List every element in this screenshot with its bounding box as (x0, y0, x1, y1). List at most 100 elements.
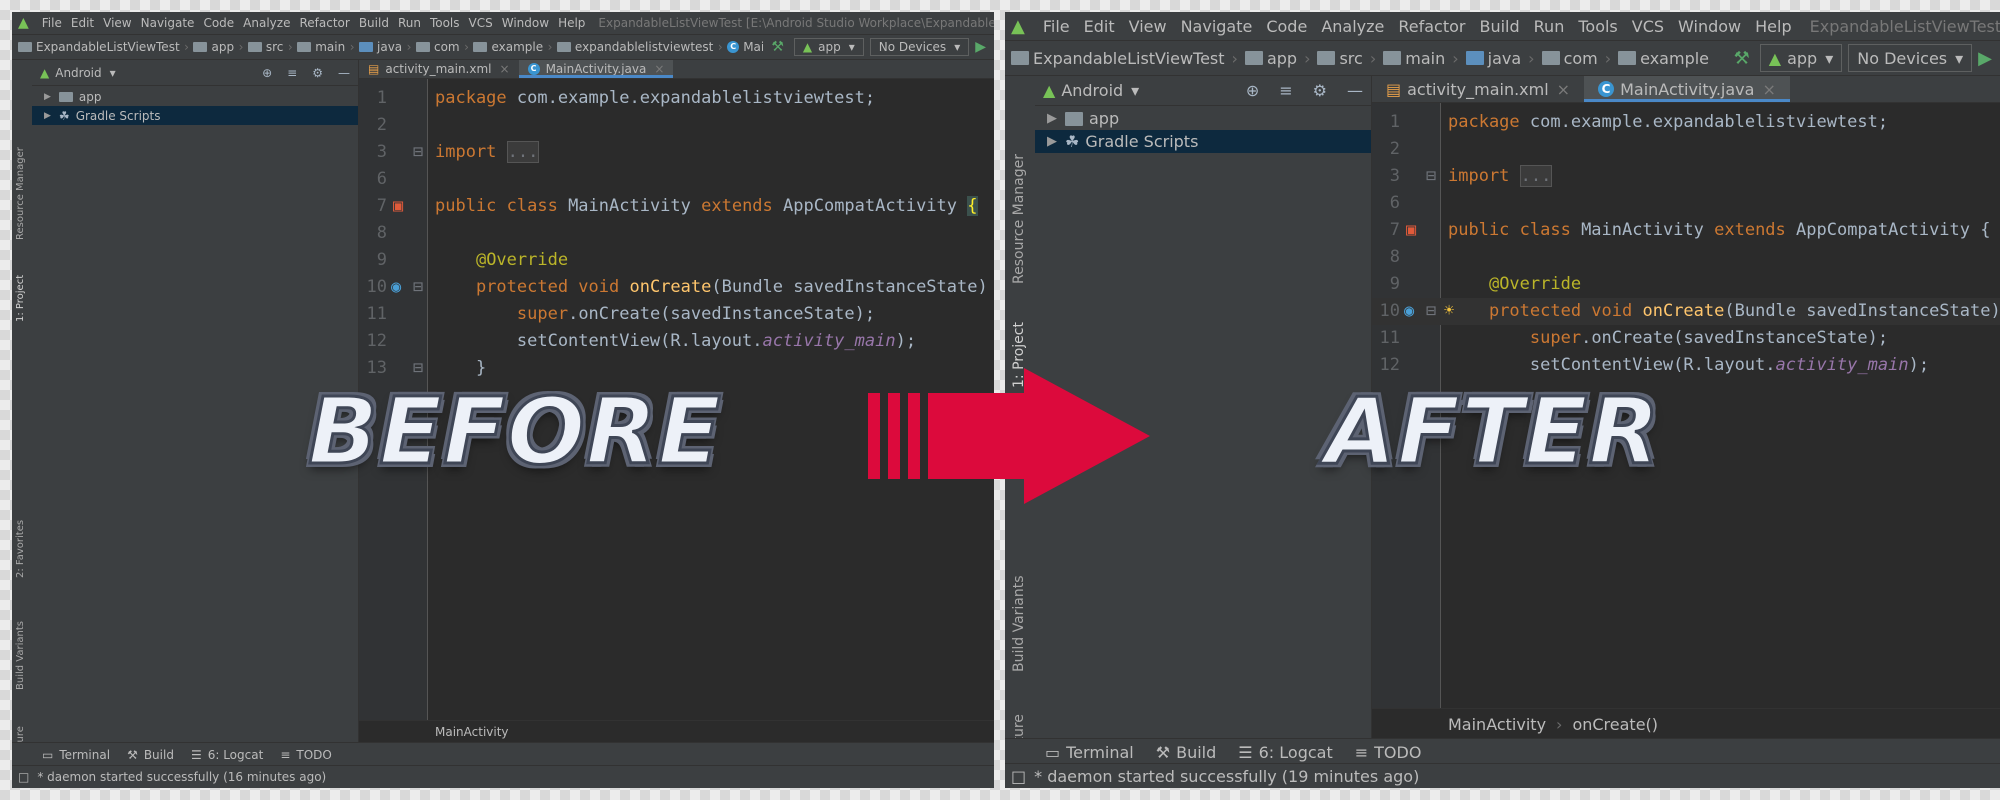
fold-marker-icon[interactable]: ⊟ (413, 274, 423, 301)
menu-item-edit[interactable]: Edit (1084, 17, 1115, 36)
breadcrumb-item[interactable]: java (359, 40, 402, 54)
bottom-tab-todo[interactable]: ≡ TODO (280, 748, 332, 762)
run-icon[interactable]: ▶ (975, 39, 986, 55)
status-icon[interactable]: □ (18, 770, 29, 784)
editor-breadcrumb-item[interactable]: MainActivity (1448, 715, 1546, 734)
close-icon[interactable]: × (1762, 80, 1775, 99)
breadcrumb-item[interactable]: app (193, 40, 234, 54)
expand-arrow-icon[interactable]: ▶ (44, 92, 51, 102)
device-select[interactable]: No Devices ▾ (869, 38, 970, 56)
menu-item-help[interactable]: Help (558, 16, 585, 30)
editor-breadcrumb-item[interactable]: onCreate() (1572, 715, 1658, 734)
breadcrumb-item[interactable]: src (1317, 49, 1363, 68)
project-view-select[interactable]: Android (55, 66, 101, 80)
menu-item-vcs[interactable]: VCS (1632, 17, 1664, 36)
menu-item-code[interactable]: Code (203, 16, 234, 30)
bottom-tab-build[interactable]: ⚒ Build (1156, 743, 1217, 762)
breadcrumb-item[interactable]: src (247, 40, 283, 54)
device-select[interactable]: No Devices ▾ (1848, 44, 1973, 72)
menu-item-help[interactable]: Help (1755, 17, 1791, 36)
menu-item-edit[interactable]: Edit (71, 16, 94, 30)
override-gutter-icon[interactable]: ◉ (1404, 298, 1414, 325)
expand-arrow-icon[interactable]: ▶ (44, 111, 51, 121)
editor-breadcrumb-item[interactable]: MainActivity (435, 725, 509, 739)
close-icon[interactable]: × (654, 62, 664, 76)
menu-item-code[interactable]: Code (1266, 17, 1307, 36)
make-project-icon[interactable]: ⚒ (1734, 48, 1750, 69)
side-tab-build-variants[interactable]: Build Variants (15, 621, 26, 690)
menu-item-run[interactable]: Run (398, 16, 421, 30)
breadcrumb-item[interactable]: example (473, 40, 543, 54)
chevron-down-icon[interactable]: ▾ (110, 66, 116, 80)
side-tab-1-project[interactable]: 1: Project (15, 275, 26, 322)
breadcrumb-item[interactable]: ExpandableListViewTest (18, 40, 180, 54)
breadcrumb-item[interactable]: com (1541, 49, 1598, 68)
gear-icon[interactable]: ⚙ (1313, 81, 1327, 100)
collapse-all-icon[interactable]: ≡ (287, 66, 297, 80)
gear-icon[interactable]: ⚙ (312, 66, 323, 80)
fold-marker-icon[interactable]: ⊟ (413, 139, 423, 166)
menu-item-run[interactable]: Run (1534, 17, 1565, 36)
side-tab-resource-manager[interactable]: Resource Manager (1011, 154, 1027, 284)
menu-item-view[interactable]: View (1129, 17, 1167, 36)
side-tab-resource-manager[interactable]: Resource Manager (15, 147, 26, 240)
override-gutter-icon[interactable]: ◉ (391, 274, 401, 301)
menu-item-build[interactable]: Build (1479, 17, 1519, 36)
hide-icon[interactable]: — (1347, 81, 1363, 100)
locate-icon[interactable]: ⊕ (262, 66, 272, 80)
menu-item-navigate[interactable]: Navigate (141, 16, 195, 30)
bottom-tab-todo[interactable]: ≡ TODO (1355, 743, 1422, 762)
make-project-icon[interactable]: ⚒ (771, 39, 784, 55)
menu-item-navigate[interactable]: Navigate (1181, 17, 1253, 36)
menu-item-view[interactable]: View (103, 16, 131, 30)
tab-activity-main-xml[interactable]: ▤ activity_main.xml × (1372, 76, 1584, 102)
breadcrumb-item[interactable]: example (1618, 49, 1709, 68)
menu-item-refactor[interactable]: Refactor (299, 16, 349, 30)
menu-item-window[interactable]: Window (1678, 17, 1741, 36)
breadcrumb-item[interactable]: com (415, 40, 460, 54)
breadcrumb-item[interactable]: main (1383, 49, 1445, 68)
breadcrumb-item[interactable]: main (297, 40, 345, 54)
menu-item-vcs[interactable]: VCS (469, 16, 493, 30)
menu-item-analyze[interactable]: Analyze (1321, 17, 1384, 36)
bottom-tab-terminal[interactable]: ▭ Terminal (42, 748, 110, 762)
chevron-down-icon[interactable]: ▾ (1131, 81, 1139, 100)
lightbulb-icon[interactable]: ☀ (1444, 298, 1454, 325)
bottom-tab-terminal[interactable]: ▭ Terminal (1045, 743, 1134, 762)
side-tab-build-variants[interactable]: Build Variants (1011, 575, 1027, 672)
tab-mainactivity-java[interactable]: C MainActivity.java × (1584, 76, 1790, 102)
menu-item-file[interactable]: File (42, 16, 62, 30)
tab-mainactivity-java[interactable]: C MainActivity.java × (518, 60, 674, 78)
menu-item-tools[interactable]: Tools (1578, 17, 1617, 36)
tree-node-app[interactable]: ▶ app (1035, 107, 1371, 130)
tree-node-gradle-scripts[interactable]: ▶ ☘ Gradle Scripts (1035, 130, 1371, 153)
tree-node-gradle-scripts[interactable]: ▶ ☘ Gradle Scripts (32, 106, 358, 125)
breadcrumb-item[interactable]: java (1465, 49, 1521, 68)
breadcrumb-item[interactable]: expandablelistviewtest (556, 40, 713, 54)
side-tab-2-favorites[interactable]: 2: Favorites (15, 520, 26, 578)
bottom-tab-6-logcat[interactable]: ☰ 6: Logcat (191, 748, 263, 762)
menu-item-window[interactable]: Window (502, 16, 549, 30)
menu-item-refactor[interactable]: Refactor (1398, 17, 1465, 36)
expand-arrow-icon[interactable]: ▶ (1047, 134, 1057, 149)
menu-item-file[interactable]: File (1043, 17, 1070, 36)
project-view-select[interactable]: Android (1061, 81, 1123, 100)
fold-marker-icon[interactable]: ⊟ (1426, 298, 1436, 325)
collapse-all-icon[interactable]: ≡ (1279, 81, 1292, 100)
run-config-select[interactable]: ▲ app ▾ (1759, 44, 1843, 72)
hide-icon[interactable]: — (338, 66, 350, 80)
close-icon[interactable]: × (500, 62, 510, 76)
menu-item-tools[interactable]: Tools (430, 16, 460, 30)
run-config-select[interactable]: ▲ app ▾ (793, 38, 864, 56)
close-icon[interactable]: × (1557, 80, 1570, 99)
locate-icon[interactable]: ⊕ (1246, 81, 1259, 100)
expand-arrow-icon[interactable]: ▶ (1047, 111, 1057, 126)
tree-node-app[interactable]: ▶ app (32, 87, 358, 106)
breadcrumb-item[interactable]: ExpandableListViewTest (1011, 49, 1225, 68)
bottom-tab-6-logcat[interactable]: ☰ 6: Logcat (1238, 743, 1332, 762)
run-icon[interactable]: ▶ (1978, 48, 1992, 69)
fold-marker-icon[interactable]: ⊟ (1426, 163, 1436, 190)
menu-item-analyze[interactable]: Analyze (243, 16, 290, 30)
menu-item-build[interactable]: Build (359, 16, 389, 30)
status-icon[interactable]: □ (1011, 767, 1026, 786)
